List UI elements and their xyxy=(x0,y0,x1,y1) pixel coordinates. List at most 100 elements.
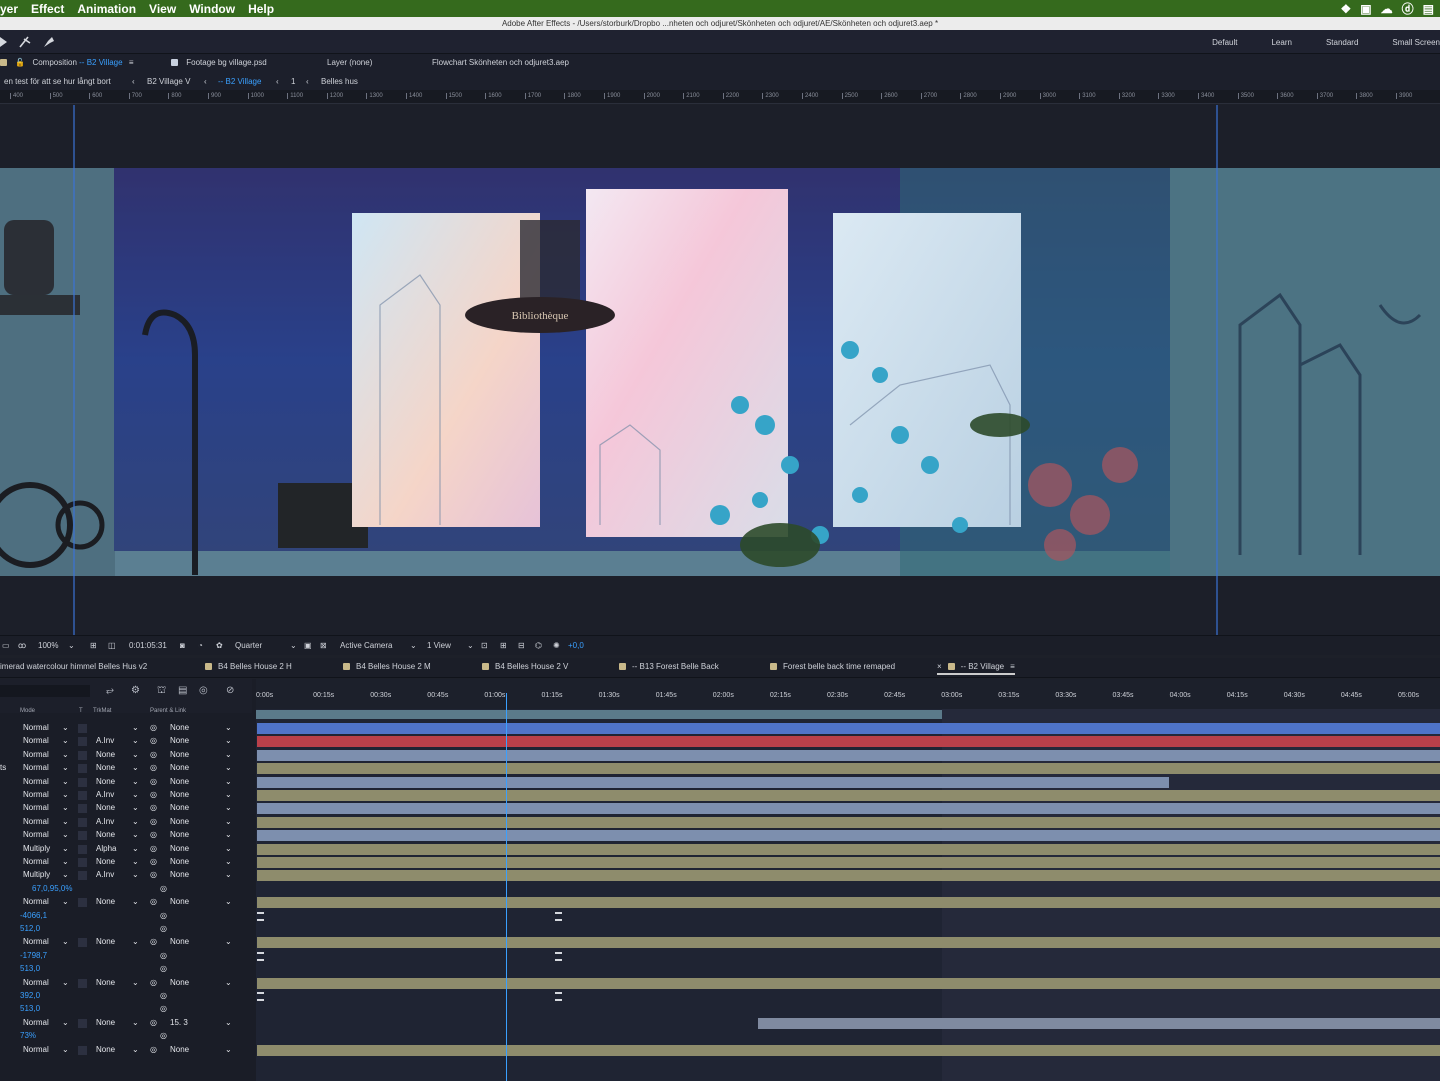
display-icon[interactable]: ▣ xyxy=(1360,2,1371,16)
preserve-transparency-checkbox[interactable] xyxy=(78,871,87,881)
exposure-value[interactable]: +0,0 xyxy=(568,641,584,650)
workspace-learn[interactable]: Learn xyxy=(1271,38,1291,47)
property-value[interactable]: 67,0,95,0% xyxy=(32,884,72,893)
blend-mode-select[interactable]: Normal xyxy=(23,830,49,839)
property-value[interactable]: -1798,7 xyxy=(20,951,47,960)
preserve-transparency-checkbox[interactable] xyxy=(78,777,87,787)
stopwatch-icon[interactable]: ◎ xyxy=(160,1004,167,1013)
parent-select[interactable]: None xyxy=(170,897,189,906)
panel-menu-icon[interactable]: ≡ xyxy=(1010,662,1015,671)
layer-duration-bar[interactable] xyxy=(257,763,1440,775)
parent-select[interactable]: None xyxy=(170,817,189,826)
property-row[interactable]: 67,0,95,0% ◎ xyxy=(0,883,252,896)
blend-mode-select[interactable]: Normal xyxy=(23,857,49,866)
breadcrumb-item[interactable]: Belles hus xyxy=(321,77,358,86)
layer-row[interactable]: Normal ⌄ None ⌄ ◎ None ⌄ xyxy=(0,977,252,990)
horizontal-ruler[interactable]: 400 500 600 700 800 900 1000 1100 1200 1300 1400 15… xyxy=(0,90,1440,104)
preserve-transparency-checkbox[interactable] xyxy=(78,1045,87,1055)
exposure-icon[interactable]: ✺ xyxy=(553,641,560,650)
parent-select[interactable]: None xyxy=(170,763,189,772)
breadcrumb-item[interactable]: en test för att se hur långt bort xyxy=(4,77,111,86)
column-mode[interactable]: Mode xyxy=(20,708,35,714)
keyframe-icon[interactable] xyxy=(257,992,264,1001)
layer-duration-bar[interactable] xyxy=(257,897,1440,909)
layer-row[interactable]: Normal ⌄ A.Inv ⌄ ◎ None ⌄ xyxy=(0,816,252,829)
blend-mode-select[interactable]: Normal xyxy=(23,763,49,772)
blend-mode-select[interactable]: Normal xyxy=(23,790,49,799)
property-value[interactable]: 513,0 xyxy=(20,964,40,973)
track-matte-select[interactable]: None xyxy=(96,777,115,786)
layer-duration-bar[interactable] xyxy=(257,749,1440,761)
pickwhip-icon[interactable]: ◎ xyxy=(150,1018,157,1027)
track-matte-select[interactable]: None xyxy=(96,763,115,772)
color-channels-icon[interactable]: ◔ xyxy=(198,641,203,650)
layer-duration-bar[interactable] xyxy=(758,1017,1440,1029)
pickwhip-icon[interactable]: ◎ xyxy=(150,803,157,812)
layer-row[interactable]: Normal ⌄ None ⌄ ◎ None ⌄ xyxy=(0,749,252,762)
track-matte-select[interactable]: None xyxy=(96,1018,115,1027)
layer-row[interactable]: Multiply ⌄ Alpha ⌄ ◎ None ⌄ xyxy=(0,843,252,856)
stopwatch-icon[interactable]: ◎ xyxy=(160,991,167,1000)
pickwhip-icon[interactable]: ◎ xyxy=(150,870,157,879)
track-matte-select[interactable]: None xyxy=(96,750,115,759)
layer-duration-bar[interactable] xyxy=(257,937,1440,949)
timeline-tab[interactable]: imerad watercolour himmel Belles Hus v2 xyxy=(0,662,147,671)
preserve-transparency-checkbox[interactable] xyxy=(78,791,87,800)
blend-mode-select[interactable]: Normal xyxy=(23,978,49,987)
layer-row[interactable]: ts Normal ⌄ None ⌄ ◎ None ⌄ xyxy=(0,762,252,775)
blend-mode-select[interactable]: Normal xyxy=(23,750,49,759)
property-value[interactable]: 512,0 xyxy=(20,924,40,933)
color-wheel-icon[interactable]: ✿ xyxy=(216,641,223,650)
keyframe-icon[interactable] xyxy=(555,911,562,921)
dashlane-icon[interactable]: ⓓ xyxy=(1402,0,1414,17)
fast-preview-icon[interactable]: ▣ xyxy=(304,641,312,650)
keyframe-icon[interactable] xyxy=(555,951,562,961)
layer-row[interactable]: Normal ⌄ None ⌄ ◎ None ⌄ xyxy=(0,936,252,949)
column-parent[interactable]: Parent & Link xyxy=(150,708,186,714)
blend-mode-select[interactable]: Normal xyxy=(23,777,49,786)
layer-row[interactable]: Normal ⌄ None ⌄ ◎ 15. 3 ⌄ xyxy=(0,1017,252,1030)
stopwatch-icon[interactable]: ◎ xyxy=(160,964,167,973)
preserve-transparency-checkbox[interactable] xyxy=(78,737,87,747)
layer-duration-bar[interactable] xyxy=(257,816,1440,828)
track-matte-select[interactable]: None xyxy=(96,1045,115,1054)
property-value[interactable]: 73% xyxy=(20,1031,36,1040)
layer-duration-bar[interactable] xyxy=(257,776,1169,788)
track-matte-select[interactable]: None xyxy=(96,978,115,987)
flowchart-icon[interactable]: ⌬ xyxy=(535,641,542,650)
workspace-small-screen[interactable]: Small Screen xyxy=(1392,38,1440,47)
track-matte-select[interactable]: A.Inv xyxy=(96,736,114,745)
property-row[interactable]: 73% ◎ xyxy=(0,1030,252,1043)
keyframe-icon[interactable] xyxy=(257,951,264,961)
workspace-standard[interactable]: Standard xyxy=(1326,38,1358,47)
pickwhip-icon[interactable]: ◎ xyxy=(150,817,157,826)
blend-mode-select[interactable]: Normal xyxy=(23,817,49,826)
layer-duration-bar[interactable] xyxy=(257,857,1440,868)
track-matte-select[interactable]: None xyxy=(96,857,115,866)
track-matte-select[interactable]: A.Inv xyxy=(96,870,114,879)
tools-icons[interactable] xyxy=(0,33,70,51)
preserve-transparency-checkbox[interactable] xyxy=(78,831,87,841)
preserve-transparency-checkbox[interactable] xyxy=(78,804,87,814)
menu-help[interactable]: Help xyxy=(248,2,274,16)
menu-view[interactable]: View xyxy=(149,2,176,16)
menu-animation[interactable]: Animation xyxy=(77,2,136,16)
layer-row[interactable]: Normal ⌄ A.Inv ⌄ ◎ None ⌄ xyxy=(0,735,252,748)
preserve-transparency-checkbox[interactable] xyxy=(78,724,87,733)
preserve-transparency-checkbox[interactable] xyxy=(78,938,87,948)
stopwatch-icon[interactable]: ◎ xyxy=(160,924,167,933)
draft-3d-icon[interactable]: ⚙ xyxy=(131,685,140,696)
track-matte-select[interactable]: Alpha xyxy=(96,844,116,853)
property-row[interactable]: 512,0 ◎ xyxy=(0,923,252,936)
motion-blur-icon[interactable]: ◎ xyxy=(199,685,208,696)
frame-blending-icon[interactable]: ▤ xyxy=(178,685,187,696)
layer-row[interactable]: Normal ⌄ ⌄ ◎ None ⌄ xyxy=(0,722,252,735)
layer-row[interactable]: Normal ⌄ A.Inv ⌄ ◎ None ⌄ xyxy=(0,789,252,802)
column-trkmat[interactable]: TrkMat xyxy=(93,708,111,714)
parent-select[interactable]: None xyxy=(170,978,189,987)
close-icon[interactable]: × xyxy=(937,662,942,671)
parent-select[interactable]: None xyxy=(170,723,189,732)
menu-window[interactable]: Window xyxy=(189,2,235,16)
blend-mode-select[interactable]: Normal xyxy=(23,723,49,732)
stopwatch-icon[interactable]: ◎ xyxy=(160,1031,167,1040)
